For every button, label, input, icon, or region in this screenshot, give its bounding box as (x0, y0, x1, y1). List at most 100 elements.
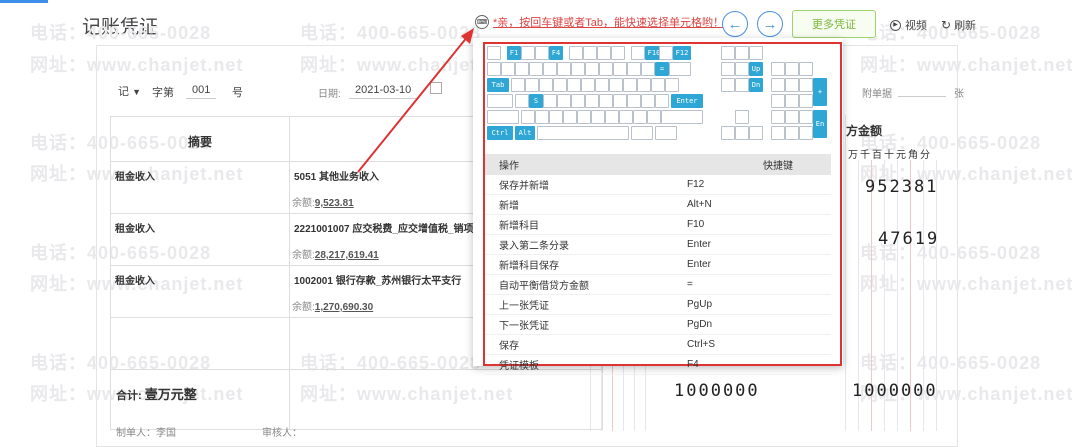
keyboard-key (521, 110, 535, 124)
keyboard-key (487, 46, 501, 60)
shortcut-tip[interactable]: ⌨ *亲，按回车键或者Tab，能快速选择单元格哟！* (475, 14, 728, 30)
watermark-phone: 电话：400-665-0028 (300, 23, 482, 43)
keyboard-key (799, 110, 813, 124)
shortcut-popup: F1 F4 F10 F12 = Tab S Enter Ctrl Alt Up Dn + En 操作 快捷… (473, 38, 843, 375)
key-dn: Dn (749, 78, 763, 92)
keyboard-key (785, 62, 799, 76)
reviewer-info: 审核人： (262, 424, 302, 439)
total-debit-amount: 1000000 (674, 381, 760, 401)
keyboard-key (553, 78, 567, 92)
shortcut-column-header: 快捷键 (673, 154, 831, 175)
summary-cell[interactable]: 租金收入 (110, 213, 290, 266)
keyboard-key (799, 78, 813, 92)
shortcut-operation: 保存并新增 (485, 175, 673, 195)
keyboard-key (591, 110, 605, 124)
shortcut-operation: 新增 (485, 194, 673, 215)
keyboard-key (655, 94, 669, 108)
shortcut-row: 凭证模板 F4 (485, 354, 831, 375)
keyboard-key (721, 126, 735, 140)
keyboard-key (735, 46, 749, 60)
more-vouchers-button[interactable]: 更多凭证 (792, 10, 876, 38)
keyboard-key (785, 126, 799, 140)
shortcut-tip-text[interactable]: *亲，按回车键或者Tab，能快速选择单元格哟！* (493, 14, 728, 30)
refresh-icon: ↻ (941, 18, 952, 32)
keyboard-icon[interactable]: ⌨ (475, 15, 489, 29)
keyboard-key (641, 94, 655, 108)
key-f4: F4 (549, 46, 563, 60)
arrow-right-icon: → (762, 15, 778, 33)
keyboard-key (749, 46, 763, 60)
key-f1: F1 (507, 46, 521, 60)
credit-amount[interactable]: 47619 (878, 229, 939, 249)
summary-cell[interactable]: 租金收入 (110, 161, 290, 214)
keyboard-key (651, 78, 665, 92)
summary-cell[interactable]: 租金收入 (110, 265, 290, 318)
keyboard-key (543, 62, 557, 76)
keyboard-key (611, 46, 625, 60)
keyboard-key (581, 78, 595, 92)
keyboard-key (771, 94, 785, 108)
keyboard-key (721, 62, 735, 76)
key-en: En (813, 110, 827, 138)
keyboard-key (771, 78, 785, 92)
attachments-label: 附单据 (862, 89, 892, 100)
shortcut-key: F10 (673, 214, 831, 235)
calendar-icon[interactable] (430, 82, 442, 94)
next-voucher-button[interactable]: → (757, 11, 783, 37)
shortcut-operation: 录入第二条分录 (485, 234, 673, 255)
account-name: 1002001 银行存款_苏州银行太平支行 (294, 276, 462, 287)
keyboard-key (595, 78, 609, 92)
keyboard-key (771, 62, 785, 76)
account-balance: 余额:28,217,619.41 (292, 250, 379, 261)
summary-cell[interactable] (110, 317, 290, 370)
key-alt: Alt (515, 126, 535, 140)
keyboard-key (619, 110, 633, 124)
keyboard-key (571, 94, 585, 108)
keyboard-key (543, 94, 557, 108)
account-balance: 余额:9,523.81 (292, 198, 354, 209)
shortcut-operation: 新增科目保存 (485, 254, 673, 275)
keyboard-key (669, 62, 691, 76)
credit-amount[interactable]: 952381 (865, 177, 938, 197)
keyboard-key (631, 46, 645, 60)
keyboard-key (721, 78, 735, 92)
keyboard-key (799, 126, 813, 140)
shortcut-operation: 下一张凭证 (485, 314, 673, 335)
key-plus: + (813, 78, 827, 106)
keyboard-key (549, 110, 563, 124)
watermark-site: 网址：www.chanjet.net (860, 274, 1074, 294)
keyboard-key (661, 110, 703, 124)
play-icon: ▶ (890, 19, 901, 31)
prev-voucher-button[interactable]: ← (722, 11, 748, 37)
shortcut-row: 新增 Alt+N (485, 194, 831, 215)
maker-name: 李国 (156, 428, 176, 439)
keyboard-key (735, 62, 749, 76)
keyboard-diagram: F1 F4 F10 F12 = Tab S Enter Ctrl Alt Up Dn + En (485, 44, 830, 152)
key-s: S (529, 94, 543, 108)
keyboard-key (641, 62, 655, 76)
amount-grid-line (845, 115, 846, 431)
keyboard-key (659, 46, 673, 60)
shortcut-row: 录入第二条分录 Enter (485, 234, 831, 255)
key-tab: Tab (487, 78, 509, 92)
date-input[interactable]: 2021-03-10 (349, 84, 418, 99)
keyboard-key (487, 110, 519, 124)
shortcut-table: 操作 快捷键 保存并新增 F12 新增 Alt+N 新增科目 F10 录入第二条分录 E… (485, 154, 831, 375)
total-credit-amount: 1000000 (852, 381, 938, 401)
keyboard-key (557, 62, 571, 76)
voucher-number-suffix: 号 (232, 87, 243, 99)
attachments-input[interactable] (898, 84, 946, 97)
keyboard-key (525, 78, 539, 92)
keyboard-key (623, 78, 637, 92)
keyboard-key (785, 78, 799, 92)
keyboard-key (515, 94, 529, 108)
keyboard-key (585, 62, 599, 76)
video-link[interactable]: ▶ 视频 (890, 17, 927, 33)
shortcut-key: F12 (673, 175, 831, 195)
voucher-word-select[interactable]: 记 ▼ (118, 83, 141, 99)
keyboard-key (501, 62, 515, 76)
voucher-number-input[interactable]: 001 (186, 84, 217, 99)
keyboard-key (535, 110, 549, 124)
refresh-link[interactable]: ↻ 刷新 (941, 17, 976, 33)
keyboard-key (627, 62, 641, 76)
